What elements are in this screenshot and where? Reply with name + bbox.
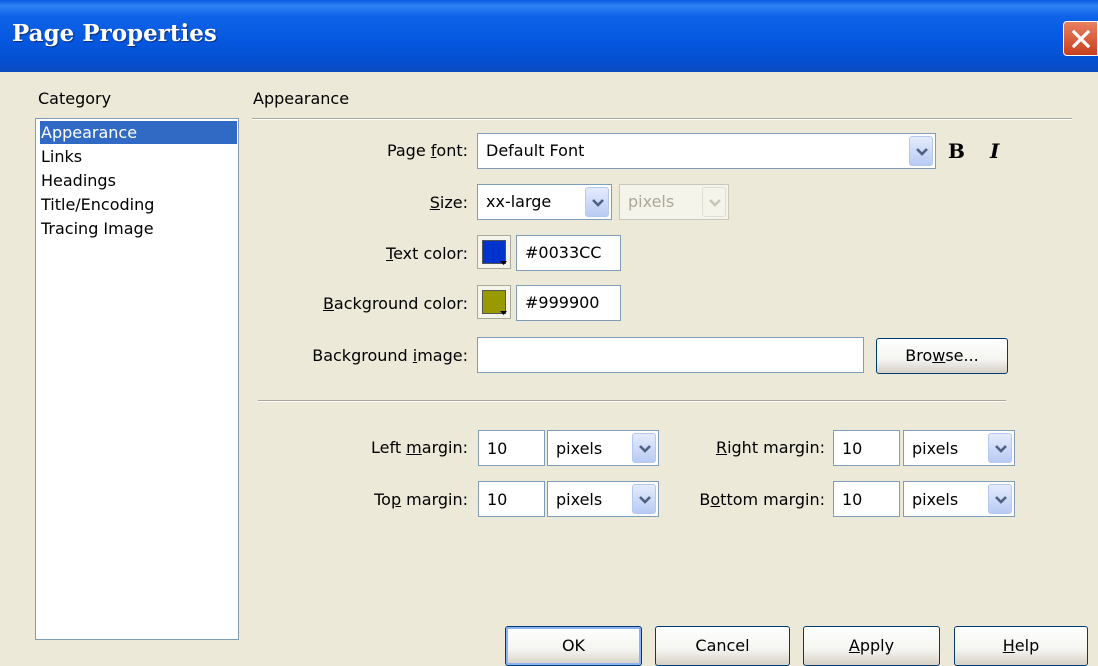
swatch-dropdown-icon (500, 311, 507, 315)
browse-button[interactable]: Browse... (876, 338, 1008, 374)
panel-title: Appearance (253, 89, 350, 108)
bottom-margin-unit-dropdown-button[interactable] (988, 484, 1012, 514)
background-image-label: Background image: (312, 346, 468, 365)
text-color-label: Text color: (386, 244, 468, 263)
size-value: xx-large (486, 192, 552, 211)
right-margin-input[interactable]: 10 (833, 430, 900, 466)
size-unit-dropdown: pixels (619, 184, 729, 220)
right-margin-unit-dropdown-button[interactable] (988, 433, 1012, 463)
left-margin-input[interactable]: 10 (478, 430, 545, 466)
page-font-label: Page font: (386, 141, 468, 160)
text-color-input[interactable]: #0033CC (516, 235, 621, 271)
cancel-button[interactable]: Cancel (655, 626, 790, 666)
swatch-dropdown-icon (500, 261, 507, 265)
bottom-margin-unit-value: pixels (912, 490, 959, 509)
category-label: Category (38, 89, 112, 108)
top-margin-unit-value: pixels (556, 490, 603, 509)
top-margin-label: Top margin: (374, 490, 468, 509)
left-margin-unit-value: pixels (556, 439, 603, 458)
bold-button[interactable]: B (948, 139, 965, 163)
chevron-down-icon (709, 199, 721, 207)
chevron-down-icon (592, 199, 604, 207)
bottom-margin-unit-dropdown[interactable]: pixels (903, 481, 1015, 517)
right-margin-unit-dropdown[interactable]: pixels (903, 430, 1015, 466)
top-margin-unit-dropdown-button[interactable] (632, 484, 656, 514)
chevron-down-icon (995, 445, 1007, 453)
right-margin-unit-value: pixels (912, 439, 959, 458)
size-unit-value: pixels (628, 192, 675, 211)
close-button[interactable] (1063, 21, 1098, 56)
header-divider (252, 118, 1072, 120)
top-margin-unit-dropdown[interactable]: pixels (547, 481, 659, 517)
margins-divider (258, 400, 1006, 402)
bottom-margin-label: Bottom margin: (699, 490, 825, 509)
right-margin-label: Right margin: (715, 438, 825, 457)
apply-button[interactable]: Apply (803, 626, 940, 666)
category-item-headings[interactable]: Headings (40, 169, 237, 192)
chevron-down-icon (639, 496, 651, 504)
left-margin-unit-dropdown[interactable]: pixels (547, 430, 659, 466)
background-color-label: Background color: (322, 294, 468, 313)
italic-button[interactable]: I (990, 139, 999, 163)
close-icon (1071, 29, 1091, 49)
background-image-input[interactable] (477, 337, 864, 373)
text-color-picker[interactable] (477, 235, 511, 269)
category-item-title-encoding[interactable]: Title/Encoding (40, 193, 237, 216)
ok-button[interactable]: OK (505, 626, 642, 666)
category-item-links[interactable]: Links (40, 145, 237, 168)
size-dropdown[interactable]: xx-large (477, 184, 612, 220)
left-margin-unit-dropdown-button[interactable] (632, 433, 656, 463)
page-font-value: Default Font (486, 141, 585, 160)
background-color-picker[interactable] (477, 285, 511, 319)
size-label: Size: (429, 193, 468, 212)
top-margin-input[interactable]: 10 (478, 481, 545, 517)
bottom-margin-input[interactable]: 10 (833, 481, 900, 517)
background-color-input[interactable]: #999900 (516, 285, 621, 321)
chevron-down-icon (639, 445, 651, 453)
size-dropdown-button[interactable] (585, 187, 609, 217)
page-font-dropdown[interactable]: Default Font (477, 133, 936, 169)
window-title: Page Properties (12, 20, 217, 47)
size-unit-dropdown-button (702, 187, 726, 217)
category-item-appearance[interactable]: Appearance (40, 121, 237, 144)
help-button[interactable]: Help (954, 626, 1088, 666)
page-font-dropdown-button[interactable] (909, 136, 933, 166)
chevron-down-icon (995, 496, 1007, 504)
left-margin-label: Left margin: (370, 438, 468, 457)
category-list[interactable]: Appearance Links Headings Title/Encoding… (35, 118, 239, 640)
category-item-tracing-image[interactable]: Tracing Image (40, 217, 237, 240)
chevron-down-icon (916, 148, 928, 156)
